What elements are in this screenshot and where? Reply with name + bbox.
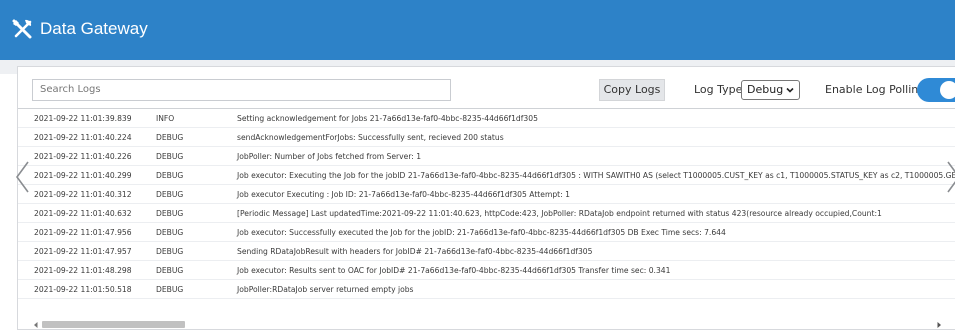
log-time: 2021-09-22 11:01:39.839	[34, 114, 132, 123]
log-level: DEBUG	[156, 209, 184, 218]
log-level: DEBUG	[156, 190, 184, 199]
log-message: Job executor Executing : Job ID: 21-7a66…	[237, 190, 570, 199]
log-message: [Periodic Message] Last updatedTime:2021…	[237, 209, 882, 218]
log-list: 2021-09-22 11:01:39.839 INFO Setting ack…	[18, 109, 955, 314]
log-time: 2021-09-22 11:01:47.956	[34, 228, 132, 237]
toggle-knob	[940, 81, 955, 99]
scroll-right-icon[interactable]	[935, 321, 943, 329]
log-time: 2021-09-22 11:01:40.224	[34, 133, 132, 142]
log-message: Sending RDataJobResult with headers for …	[237, 247, 593, 256]
app-header: Data Gateway	[0, 0, 955, 60]
scroll-left-icon[interactable]	[32, 321, 40, 329]
log-type-value: Debug	[747, 83, 784, 96]
log-polling-toggle[interactable]	[917, 78, 955, 102]
log-row: 2021-09-22 11:01:40.632 DEBUG [Periodic …	[18, 204, 955, 223]
log-level: DEBUG	[156, 266, 184, 275]
log-row: 2021-09-22 11:01:47.957 DEBUG Sending RD…	[18, 242, 955, 261]
log-level: DEBUG	[156, 247, 184, 256]
log-polling-label: Enable Log Polling	[825, 83, 926, 96]
log-message: Job executor: Results sent to OAC for Jo…	[237, 266, 671, 275]
log-time: 2021-09-22 11:01:47.957	[34, 247, 132, 256]
log-time: 2021-09-22 11:01:40.226	[34, 152, 132, 161]
tools-icon	[12, 19, 32, 39]
horizontal-scrollbar[interactable]	[32, 319, 942, 330]
log-time: 2021-09-22 11:01:40.632	[34, 209, 132, 218]
chevron-down-icon	[786, 87, 794, 93]
log-message: Job executor: Executing the Job for the …	[237, 171, 955, 180]
log-row: 2021-09-22 11:01:47.956 DEBUG Job execut…	[18, 223, 955, 242]
log-level: DEBUG	[156, 171, 184, 180]
log-level: DEBUG	[156, 228, 184, 237]
app-title: Data Gateway	[40, 19, 148, 38]
log-message: Setting acknowledgement for Jobs 21-7a66…	[237, 114, 538, 123]
log-type-select[interactable]: Debug	[741, 80, 800, 100]
log-message: Job executor: Successfully executed the …	[237, 228, 726, 237]
scrollbar-thumb[interactable]	[42, 321, 185, 328]
log-time: 2021-09-22 11:01:40.312	[34, 190, 132, 199]
log-row: 2021-09-22 11:01:40.299 DEBUG Job execut…	[18, 166, 955, 185]
next-arrow-icon[interactable]	[944, 160, 955, 194]
log-message: JobPoller: Number of Jobs fetched from S…	[237, 152, 422, 161]
log-row: 2021-09-22 11:01:40.312 DEBUG Job execut…	[18, 185, 955, 204]
search-input[interactable]: Search Logs	[32, 79, 451, 101]
log-row: 2021-09-22 11:01:40.224 DEBUG sendAcknow…	[18, 128, 955, 147]
log-level: DEBUG	[156, 133, 184, 142]
log-level: DEBUG	[156, 285, 184, 294]
log-type-label: Log Type	[694, 83, 743, 96]
previous-arrow-icon[interactable]	[13, 160, 33, 194]
log-time: 2021-09-22 11:01:48.298	[34, 266, 132, 275]
log-time: 2021-09-22 11:01:50.518	[34, 285, 132, 294]
log-row: 2021-09-22 11:01:48.298 DEBUG Job execut…	[18, 261, 955, 280]
log-time: 2021-09-22 11:01:40.299	[34, 171, 132, 180]
log-row: 2021-09-22 11:01:39.839 INFO Setting ack…	[18, 109, 955, 128]
log-row: 2021-09-22 11:01:50.518 DEBUG JobPoller:…	[18, 280, 955, 299]
log-level: INFO	[156, 114, 175, 123]
log-message: JobPoller:RDataJob server returned empty…	[237, 285, 414, 294]
log-level: DEBUG	[156, 152, 184, 161]
copy-logs-button[interactable]: Copy Logs	[599, 79, 665, 101]
log-row: 2021-09-22 11:01:40.226 DEBUG JobPoller:…	[18, 147, 955, 166]
log-message: sendAcknowledgementForJobs: Successfully…	[237, 133, 504, 142]
